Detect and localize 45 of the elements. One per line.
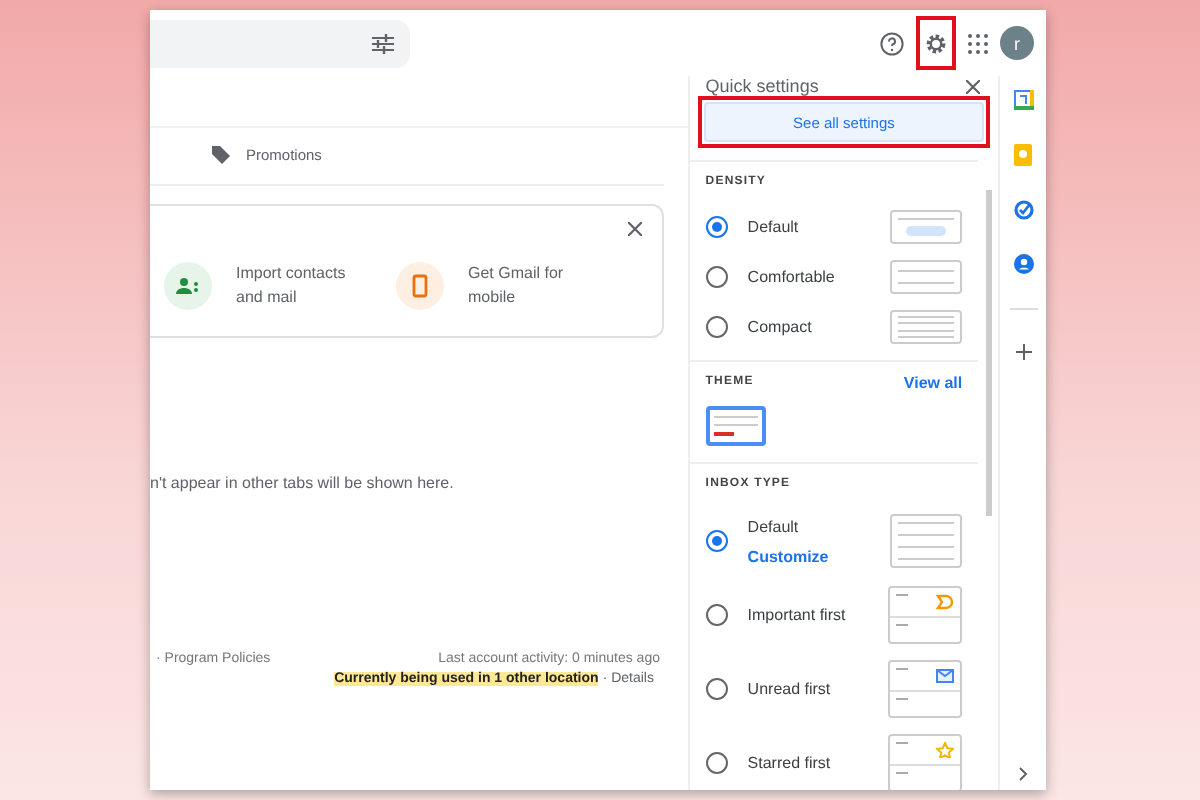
add-icon[interactable] bbox=[1015, 344, 1032, 360]
radio-button[interactable] bbox=[705, 678, 728, 700]
radio-button[interactable] bbox=[705, 530, 728, 552]
contacts-icon bbox=[164, 261, 212, 309]
setup-item-link[interactable]: Import contacts and mail bbox=[236, 262, 364, 308]
search-field[interactable] bbox=[150, 19, 410, 67]
avatar[interactable]: r bbox=[1000, 26, 1034, 60]
density-preview bbox=[890, 210, 963, 244]
setup-item-link[interactable]: Get Gmail for mobile bbox=[468, 262, 596, 308]
help-icon[interactable] bbox=[880, 31, 904, 55]
radio-button[interactable] bbox=[705, 316, 728, 338]
phone-icon bbox=[396, 261, 444, 309]
density-preview bbox=[890, 310, 963, 344]
chevron-icon[interactable] bbox=[1018, 766, 1029, 782]
label-marker-icon bbox=[936, 594, 955, 610]
option-label: Default bbox=[747, 218, 801, 236]
tag-icon bbox=[212, 145, 230, 163]
option-label: Comfortable bbox=[747, 268, 837, 286]
quick-settings-title: Quick settings bbox=[705, 76, 819, 96]
radio-button[interactable] bbox=[705, 216, 728, 238]
settings-icon[interactable] bbox=[924, 31, 948, 55]
star-icon bbox=[936, 742, 955, 758]
envelope-icon bbox=[936, 668, 955, 684]
empty-message: n't appear in other tabs will be shown here. bbox=[150, 474, 456, 492]
close-icon[interactable] bbox=[628, 222, 642, 236]
view-all-link[interactable]: View all bbox=[903, 373, 963, 391]
option-label: Starred first bbox=[747, 754, 833, 772]
radio-button[interactable] bbox=[705, 266, 728, 288]
scrollbar[interactable] bbox=[986, 190, 993, 516]
person-icon[interactable] bbox=[1013, 254, 1034, 274]
close-icon[interactable] bbox=[966, 79, 981, 93]
apps-grid-icon[interactable] bbox=[968, 33, 988, 53]
option-label: Unread first bbox=[747, 680, 833, 698]
calendar-icon[interactable] bbox=[1013, 90, 1034, 110]
customize-link[interactable]: Customize bbox=[747, 547, 891, 565]
check-circle-icon[interactable] bbox=[1013, 200, 1034, 220]
inbox-preview bbox=[890, 514, 963, 568]
option-label: Important first bbox=[747, 606, 848, 624]
density-preview bbox=[890, 260, 963, 294]
radio-button[interactable] bbox=[705, 604, 728, 626]
theme-thumbnail[interactable] bbox=[705, 406, 766, 446]
option-label: Default bbox=[747, 517, 801, 535]
radio-button[interactable] bbox=[705, 752, 728, 774]
filter-icon[interactable] bbox=[372, 33, 394, 53]
option-label: Compact bbox=[747, 318, 814, 336]
